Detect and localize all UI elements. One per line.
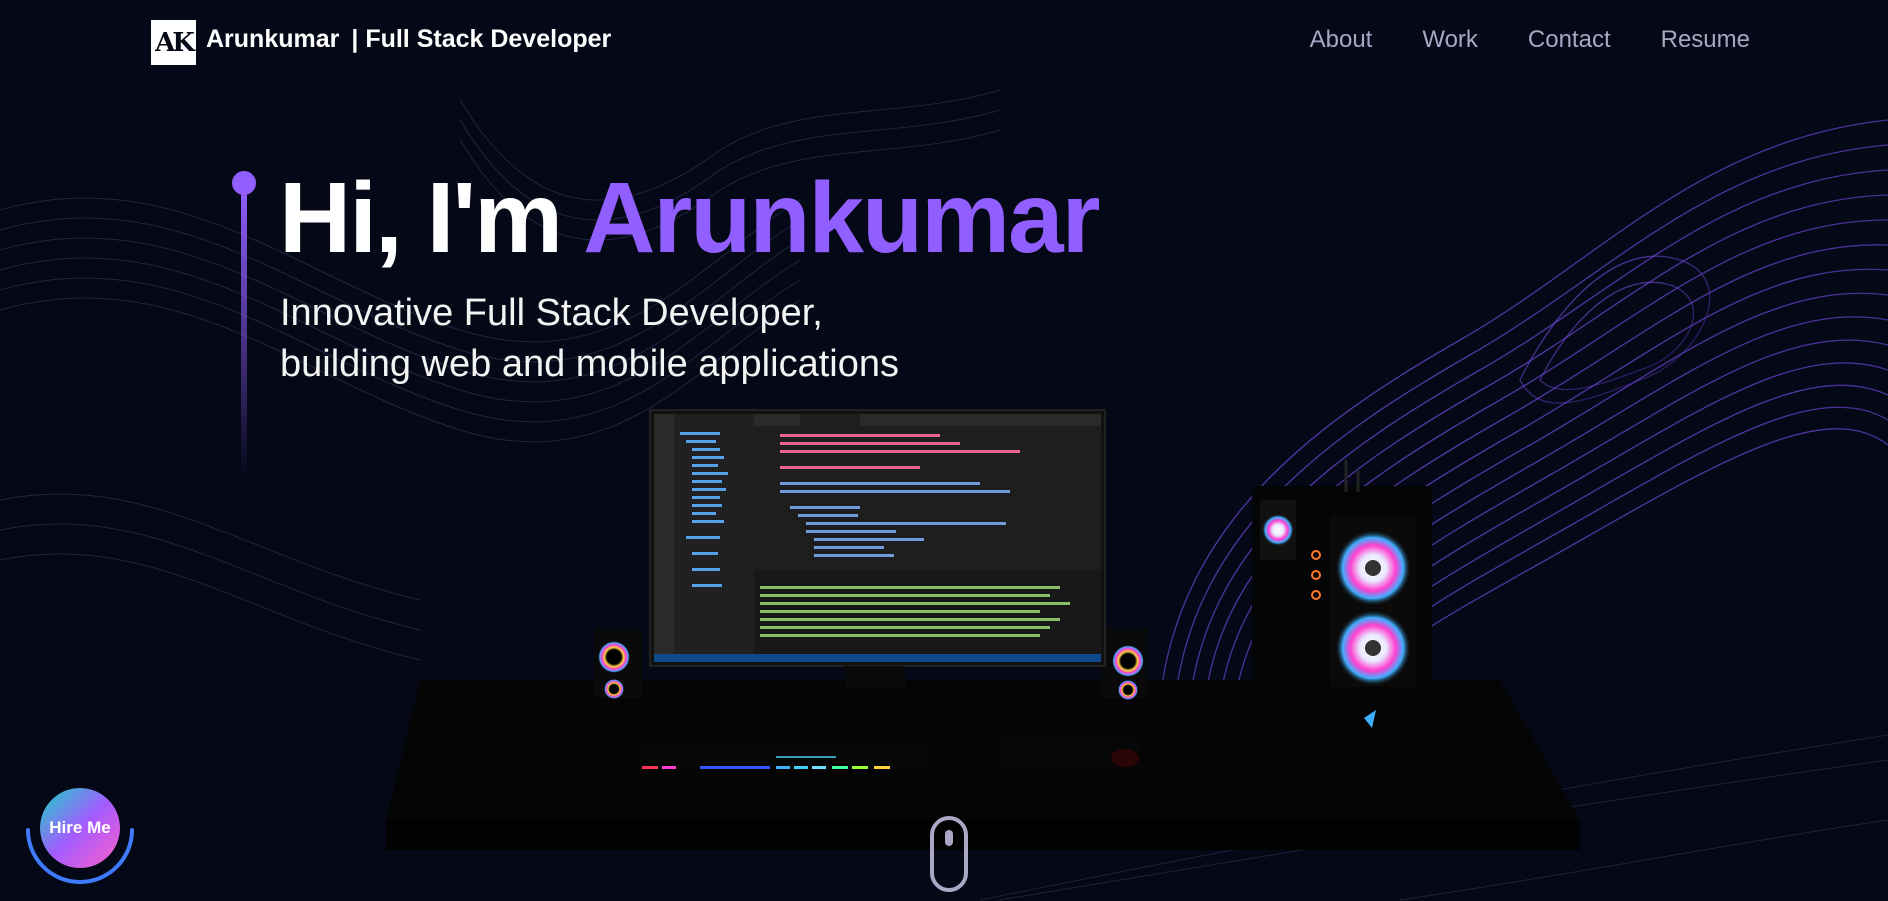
scroll-knob [945, 830, 953, 846]
nav-links: About Work Contact Resume [1310, 26, 1750, 54]
hero-accent-line [241, 190, 247, 480]
nav-link-work[interactable]: Work [1422, 26, 1478, 54]
nav-link-about[interactable]: About [1310, 26, 1373, 54]
hero-heading: Hi, I'm Arunkumar [279, 158, 1101, 278]
scroll-mouse-icon[interactable] [930, 816, 968, 892]
brand-tagline: | Full Stack Developer [351, 25, 612, 53]
hire-me-button[interactable]: Hire Me [40, 788, 120, 868]
brand-name: Arunkumar [206, 25, 340, 53]
desk-setup-3d-canvas[interactable] [380, 400, 1590, 860]
hero-subtitle: Innovative Full Stack Developer, buildin… [280, 288, 899, 390]
hero-subtitle-line2: building web and mobile applications [280, 343, 899, 385]
hero-subtitle-line1: Innovative Full Stack Developer, [280, 292, 823, 334]
brand-logo-icon[interactable]: AK [151, 20, 196, 65]
hero-name: Arunkumar [583, 162, 1100, 274]
nav-link-contact[interactable]: Contact [1528, 26, 1611, 54]
navbar: AK Arunkumar | Full Stack Developer About… [0, 0, 1888, 88]
nav-link-resume[interactable]: Resume [1661, 26, 1750, 54]
hero-greeting: Hi, I'm [279, 162, 563, 274]
brand-title[interactable]: Arunkumar | Full Stack Developer [206, 25, 611, 54]
